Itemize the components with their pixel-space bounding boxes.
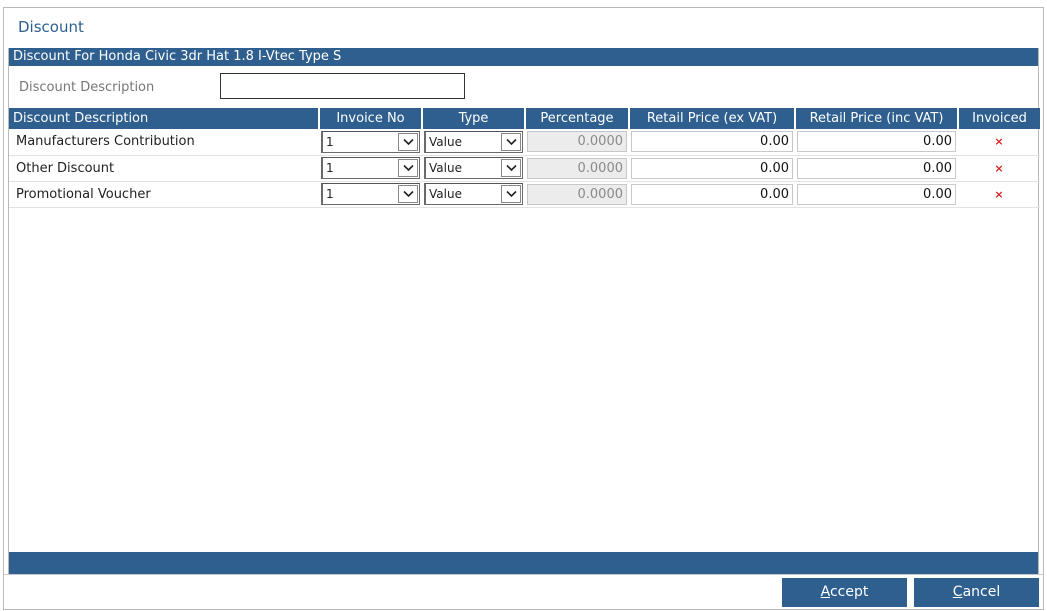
type-select[interactable]: Value (424, 157, 523, 179)
percentage-input (527, 131, 627, 153)
invoice-no-select[interactable]: 1 (321, 130, 420, 153)
row-description: Promotional Voucher (9, 181, 319, 208)
row-description: Manufacturers Contribution (9, 129, 319, 156)
column-header-description[interactable]: Discount Description (9, 108, 320, 129)
column-header-retail-inc-vat[interactable]: Retail Price (inc VAT) (795, 108, 959, 129)
table-header-row: Discount Description Invoice No Type Per… (9, 108, 1040, 129)
invoice-no-value: 1 (326, 161, 334, 175)
type-value: Value (429, 187, 462, 201)
retail-inc-vat-input[interactable] (797, 157, 956, 179)
discount-panel: Discount For Honda Civic 3dr Hat 1.8 I-V… (8, 48, 1040, 575)
accept-label: ccept (829, 584, 869, 600)
chevron-down-icon[interactable] (501, 185, 521, 203)
retail-ex-vat-input[interactable] (631, 131, 793, 153)
cancel-label: ancel (962, 584, 1001, 600)
description-label: Discount Description (19, 80, 155, 95)
table-row: Other Discount 1 Value × (9, 155, 1040, 182)
column-header-invoiced[interactable]: Invoiced (958, 108, 1040, 129)
percentage-input (527, 157, 627, 179)
type-value: Value (429, 161, 462, 175)
chevron-down-icon[interactable] (398, 159, 418, 177)
description-input[interactable] (220, 73, 465, 99)
type-select[interactable]: Value (424, 130, 523, 153)
cancel-button[interactable]: Cancel (914, 578, 1039, 607)
invoice-no-select[interactable]: 1 (321, 183, 420, 205)
close-icon[interactable]: × (960, 188, 1038, 201)
chevron-down-icon[interactable] (398, 185, 418, 203)
column-header-type[interactable]: Type (422, 108, 526, 129)
close-icon[interactable]: × (960, 162, 1038, 175)
close-icon[interactable]: × (960, 135, 1038, 148)
table-row: Manufacturers Contribution 1 Value × (9, 129, 1040, 156)
invoice-no-value: 1 (326, 187, 334, 201)
chevron-down-icon[interactable] (501, 132, 521, 151)
footer-divider (4, 574, 1043, 575)
retail-ex-vat-input[interactable] (631, 157, 793, 179)
column-header-invoice-no[interactable]: Invoice No (319, 108, 423, 129)
discount-dialog: Discount Discount For Honda Civic 3dr Ha… (3, 7, 1044, 610)
grid-footer-bar (9, 552, 1038, 574)
retail-inc-vat-input[interactable] (797, 131, 956, 153)
cancel-mnemonic: C (952, 584, 963, 600)
column-header-percentage[interactable]: Percentage (525, 108, 630, 129)
dialog-title: Discount (18, 18, 84, 36)
retail-inc-vat-input[interactable] (797, 183, 956, 205)
percentage-input (527, 183, 627, 205)
section-title: Discount For Honda Civic 3dr Hat 1.8 I-V… (9, 48, 1038, 66)
accept-mnemonic: A (820, 584, 830, 600)
invoice-no-select[interactable]: 1 (321, 157, 420, 179)
column-header-retail-ex-vat[interactable]: Retail Price (ex VAT) (629, 108, 796, 129)
table-row: Promotional Voucher 1 Value × (9, 181, 1040, 208)
chevron-down-icon[interactable] (398, 132, 418, 151)
retail-ex-vat-input[interactable] (631, 183, 793, 205)
invoice-no-value: 1 (326, 134, 334, 149)
chevron-down-icon[interactable] (501, 159, 521, 177)
discount-table: Discount Description Invoice No Type Per… (9, 108, 1040, 208)
row-description: Other Discount (9, 155, 319, 182)
type-value: Value (429, 134, 462, 149)
accept-button[interactable]: Accept (782, 578, 907, 607)
type-select[interactable]: Value (424, 183, 523, 205)
